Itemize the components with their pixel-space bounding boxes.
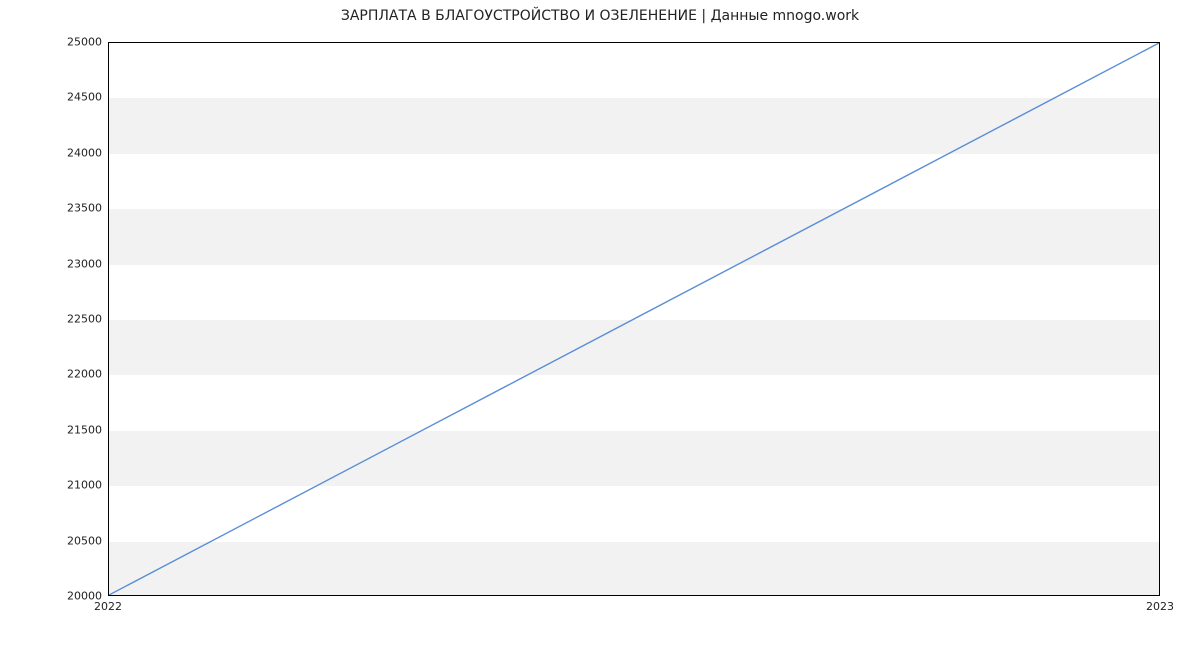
line-series: [109, 43, 1159, 595]
x-tick-label: 2023: [1146, 600, 1174, 613]
y-tick-label: 22500: [52, 313, 102, 326]
chart-container: ЗАРПЛАТА В БЛАГОУСТРОЙСТВО И ОЗЕЛЕНЕНИЕ …: [0, 0, 1200, 650]
x-tick-label: 2022: [94, 600, 122, 613]
y-tick-label: 21000: [52, 479, 102, 492]
y-tick-label: 23000: [52, 257, 102, 270]
series-line: [109, 43, 1159, 595]
y-tick-label: 22000: [52, 368, 102, 381]
chart-title: ЗАРПЛАТА В БЛАГОУСТРОЙСТВО И ОЗЕЛЕНЕНИЕ …: [0, 8, 1200, 24]
y-tick-label: 23500: [52, 202, 102, 215]
plot-area: [108, 42, 1160, 596]
y-tick-label: 24500: [52, 91, 102, 104]
y-tick-label: 20500: [52, 534, 102, 547]
y-tick-label: 21500: [52, 423, 102, 436]
y-tick-label: 25000: [52, 36, 102, 49]
y-tick-label: 24000: [52, 146, 102, 159]
